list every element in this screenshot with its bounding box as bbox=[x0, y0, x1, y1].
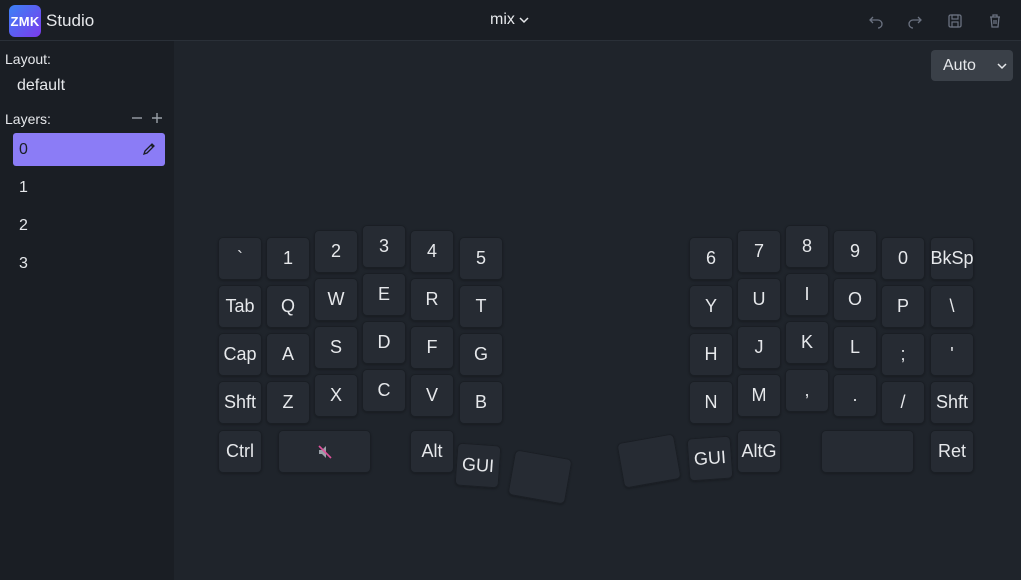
save-icon bbox=[948, 14, 962, 28]
key[interactable]: Q bbox=[266, 285, 310, 328]
key[interactable]: , bbox=[785, 369, 829, 412]
add-layer-button[interactable] bbox=[150, 111, 164, 125]
key[interactable]: ' bbox=[930, 333, 974, 376]
key[interactable]: D bbox=[362, 321, 406, 364]
key[interactable]: O bbox=[833, 278, 877, 321]
key[interactable]: 1 bbox=[266, 237, 310, 280]
key[interactable]: E bbox=[362, 273, 406, 316]
key[interactable]: A bbox=[266, 333, 310, 376]
layers-label: Layers: bbox=[5, 111, 51, 127]
sidebar: Layout: default Layers: 0 1 2 3 bbox=[0, 41, 174, 580]
mute-icon bbox=[317, 444, 332, 459]
layer-label: 0 bbox=[19, 140, 28, 158]
key[interactable]: N bbox=[689, 381, 733, 424]
delete-button[interactable] bbox=[985, 11, 1005, 31]
layer-label: 3 bbox=[19, 254, 28, 272]
layout-value[interactable]: default bbox=[17, 77, 65, 95]
redo-button[interactable] bbox=[905, 11, 925, 31]
layer-item-0[interactable]: 0 bbox=[13, 133, 165, 166]
key[interactable]: 0 bbox=[881, 237, 925, 280]
key[interactable]: Tab bbox=[218, 285, 262, 328]
key[interactable]: V bbox=[410, 374, 454, 417]
key[interactable]: Ctrl bbox=[218, 430, 262, 473]
key[interactable]: / bbox=[881, 381, 925, 424]
key[interactable]: . bbox=[833, 374, 877, 417]
key[interactable] bbox=[821, 430, 914, 473]
key[interactable]: 9 bbox=[833, 230, 877, 273]
key[interactable] bbox=[507, 449, 573, 505]
keyboard-selector[interactable]: mix bbox=[490, 11, 530, 29]
key[interactable]: C bbox=[362, 369, 406, 412]
key[interactable]: S bbox=[314, 326, 358, 369]
undo-button[interactable] bbox=[866, 11, 886, 31]
layer-tools bbox=[130, 111, 164, 125]
trash-icon bbox=[990, 14, 1000, 28]
zoom-select[interactable]: Auto bbox=[931, 50, 1013, 81]
key[interactable]: 5 bbox=[459, 237, 503, 280]
key[interactable]: 8 bbox=[785, 225, 829, 268]
key[interactable]: J bbox=[737, 326, 781, 369]
key[interactable]: Z bbox=[266, 381, 310, 424]
key[interactable]: Shft bbox=[218, 381, 262, 424]
key[interactable]: G bbox=[459, 333, 503, 376]
key[interactable]: T bbox=[459, 285, 503, 328]
key[interactable]: 3 bbox=[362, 225, 406, 268]
layer-label: 1 bbox=[19, 178, 28, 196]
key[interactable]: I bbox=[785, 273, 829, 316]
key[interactable]: AltG bbox=[737, 430, 781, 473]
key[interactable]: 4 bbox=[410, 230, 454, 273]
edit-layer-button[interactable] bbox=[141, 141, 157, 157]
key[interactable]: U bbox=[737, 278, 781, 321]
chevron-down-icon bbox=[997, 63, 1007, 70]
key[interactable]: K bbox=[785, 321, 829, 364]
key[interactable]: R bbox=[410, 278, 454, 321]
key[interactable]: B bbox=[459, 381, 503, 424]
key[interactable]: M bbox=[737, 374, 781, 417]
layer-item-1[interactable]: 1 bbox=[13, 171, 165, 204]
key[interactable]: GUI bbox=[686, 435, 734, 482]
layer-label: 2 bbox=[19, 216, 28, 234]
key[interactable]: 6 bbox=[689, 237, 733, 280]
undo-icon bbox=[869, 16, 883, 29]
key[interactable]: Ret bbox=[930, 430, 974, 473]
key[interactable]: \ bbox=[930, 285, 974, 328]
save-button[interactable] bbox=[945, 11, 965, 31]
key[interactable]: H bbox=[689, 333, 733, 376]
layer-item-2[interactable]: 2 bbox=[13, 209, 165, 242]
key[interactable]: Y bbox=[689, 285, 733, 328]
layout-label: Layout: bbox=[5, 51, 51, 67]
app-header: ZMK Studio mix bbox=[0, 0, 1021, 41]
key[interactable]: ` bbox=[218, 237, 262, 280]
key[interactable]: Cap bbox=[218, 333, 262, 376]
remove-layer-button[interactable] bbox=[130, 111, 144, 125]
key[interactable]: 2 bbox=[314, 230, 358, 273]
layer-item-3[interactable]: 3 bbox=[13, 247, 165, 280]
key[interactable]: L bbox=[833, 326, 877, 369]
app-title: Studio bbox=[46, 11, 95, 30]
key[interactable]: P bbox=[881, 285, 925, 328]
pencil-icon bbox=[142, 143, 155, 156]
key[interactable]: X bbox=[314, 374, 358, 417]
key[interactable]: BkSp bbox=[930, 237, 974, 280]
zoom-value: Auto bbox=[943, 56, 976, 74]
chevron-down-icon bbox=[519, 17, 529, 24]
minus-icon bbox=[132, 117, 142, 119]
zmk-logo: ZMK bbox=[9, 5, 41, 37]
key[interactable]: GUI bbox=[454, 442, 502, 489]
key-mute[interactable] bbox=[278, 430, 371, 473]
key[interactable]: F bbox=[410, 326, 454, 369]
key[interactable]: Alt bbox=[410, 430, 454, 473]
redo-icon bbox=[908, 16, 922, 29]
key[interactable]: W bbox=[314, 278, 358, 321]
key[interactable]: 7 bbox=[737, 230, 781, 273]
plus-icon bbox=[152, 113, 162, 123]
keyboard-name: mix bbox=[490, 11, 515, 28]
key[interactable]: Shft bbox=[930, 381, 974, 424]
key[interactable]: ; bbox=[881, 333, 925, 376]
